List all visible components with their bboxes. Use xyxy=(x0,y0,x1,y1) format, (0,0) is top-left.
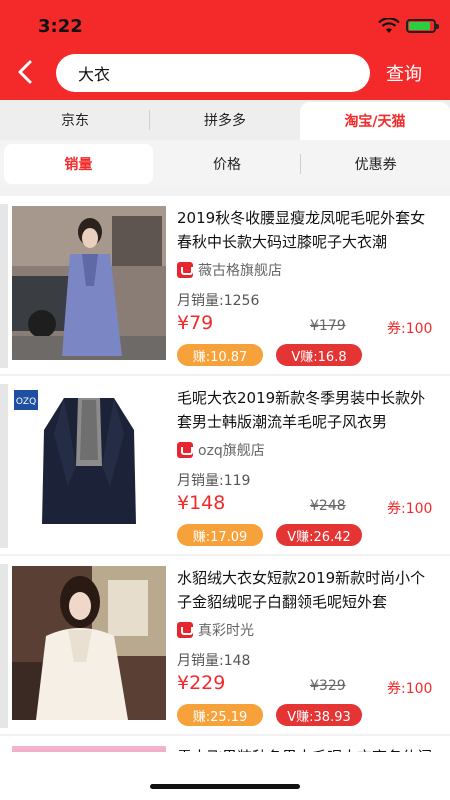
tab-taobao[interactable]: 淘宝/天猫 xyxy=(300,102,450,140)
tab-sales[interactable]: 销量 xyxy=(4,144,153,184)
monthly-sales: 月销量:119 xyxy=(177,473,251,489)
v-earn-badge[interactable]: V赚:16.8 xyxy=(276,344,362,366)
bottom-safe-area xyxy=(0,752,450,800)
shop-row: ozq旗舰店 xyxy=(177,440,265,460)
coupon-value: 券:100 xyxy=(387,321,433,337)
shop-bag-icon xyxy=(177,262,193,278)
list-item[interactable]: 水貂绒大衣女短款2019新款时尚小个子金貂绒呢子白翻领毛呢短外套 真彩时光 月销… xyxy=(0,556,450,734)
chevron-left-icon xyxy=(18,60,32,84)
list-item[interactable]: 2019秋冬收腰显瘦龙凤呢毛呢外套女春秋中长款大码过膝呢子大衣潮 薇古格旗舰店 … xyxy=(0,196,450,374)
original-price: ¥179 xyxy=(310,318,346,334)
price: ¥148 xyxy=(177,492,226,514)
shop-row: 真彩时光 xyxy=(177,620,254,640)
wifi-icon xyxy=(378,18,400,33)
header: 3:22 大衣 查询 xyxy=(0,0,450,100)
product-list: 2019秋冬收腰显瘦龙凤呢毛呢外套女春秋中长款大码过膝呢子大衣潮 薇古格旗舰店 … xyxy=(0,196,450,776)
tab-coupon[interactable]: 优惠券 xyxy=(301,144,450,184)
product-image[interactable]: OZQ xyxy=(12,386,166,540)
search-input[interactable]: 大衣 xyxy=(56,54,370,92)
status-time: 3:22 xyxy=(38,16,83,37)
product-image[interactable] xyxy=(12,566,166,720)
platform-tabs: 京东 拼多多 淘宝/天猫 xyxy=(0,100,450,140)
tab-pdd[interactable]: 拼多多 xyxy=(150,100,300,140)
price: ¥229 xyxy=(177,672,226,694)
v-earn-badge[interactable]: V赚:38.93 xyxy=(276,704,362,726)
back-button[interactable] xyxy=(8,54,42,90)
v-earn-badge[interactable]: V赚:26.42 xyxy=(276,524,362,546)
list-item[interactable]: OZQ 毛呢大衣2019新款冬季男装中长款外套男士韩版潮流羊毛呢子风衣男 ozq… xyxy=(0,376,450,554)
earn-badge[interactable]: 赚:10.87 xyxy=(177,344,263,366)
monthly-sales: 月销量:148 xyxy=(177,653,251,669)
product-title[interactable]: 2019秋冬收腰显瘦龙凤呢毛呢外套女春秋中长款大码过膝呢子大衣潮 xyxy=(177,206,439,254)
shop-bag-icon xyxy=(177,622,193,638)
shop-name: 真彩时光 xyxy=(198,623,254,639)
tab-price[interactable]: 价格 xyxy=(153,144,302,184)
product-title[interactable]: 毛呢大衣2019新款冬季男装中长款外套男士韩版潮流羊毛呢子风衣男 xyxy=(177,386,439,434)
sort-tabs: 销量 价格 优惠券 xyxy=(0,140,450,188)
product-image[interactable] xyxy=(12,206,166,360)
coupon-value: 券:100 xyxy=(387,501,433,517)
search-query: 大衣 xyxy=(78,65,111,84)
earn-badge[interactable]: 赚:17.09 xyxy=(177,524,263,546)
shop-name: 薇古格旗舰店 xyxy=(198,263,282,279)
brand-logo: OZQ xyxy=(16,397,36,407)
original-price: ¥248 xyxy=(310,498,346,514)
shop-row: 薇古格旗舰店 xyxy=(177,260,282,280)
earn-badge[interactable]: 赚:25.19 xyxy=(177,704,263,726)
status-icons xyxy=(378,18,439,34)
product-title[interactable]: 水貂绒大衣女短款2019新款时尚小个子金貂绒呢子白翻领毛呢短外套 xyxy=(177,566,439,614)
coupon-value: 券:100 xyxy=(387,681,433,697)
shop-name: ozq旗舰店 xyxy=(198,443,265,459)
shop-bag-icon xyxy=(177,442,193,458)
home-indicator[interactable] xyxy=(150,784,300,789)
query-button[interactable]: 查询 xyxy=(386,60,422,86)
price: ¥79 xyxy=(177,312,214,334)
original-price: ¥329 xyxy=(310,678,346,694)
monthly-sales: 月销量:1256 xyxy=(177,293,260,309)
battery-icon xyxy=(406,19,439,33)
tab-jd[interactable]: 京东 xyxy=(0,100,150,140)
